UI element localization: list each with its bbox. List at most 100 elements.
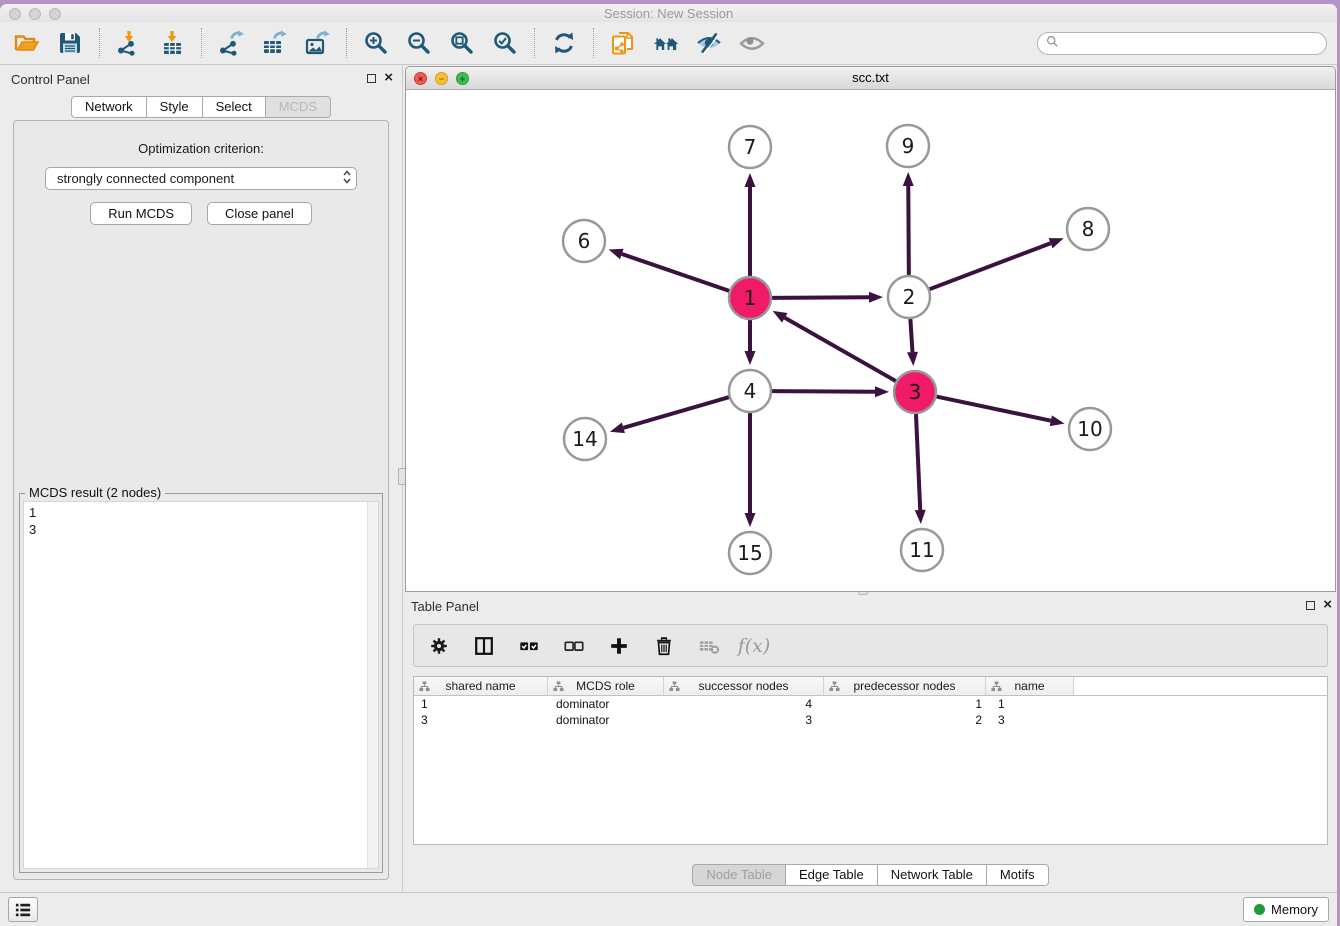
tab-motifs[interactable]: Motifs xyxy=(987,864,1049,886)
hide-graphics-details-icon xyxy=(696,30,722,56)
criterion-value: strongly connected component xyxy=(57,171,342,186)
main-toolbar xyxy=(0,22,1337,65)
float-table-panel-icon[interactable] xyxy=(1306,601,1315,610)
zoom-out-button[interactable] xyxy=(402,27,436,59)
tab-network[interactable]: Network xyxy=(71,96,147,118)
column-header-mcds-role[interactable]: MCDS role xyxy=(548,677,664,695)
status-bar: Memory xyxy=(0,892,1337,926)
float-panel-icon[interactable] xyxy=(367,74,376,83)
optimization-criterion-label: Optimization criterion: xyxy=(14,141,388,156)
table-cell: 3 xyxy=(664,712,824,728)
table-settings-button[interactable] xyxy=(426,633,452,659)
edge-2-3[interactable] xyxy=(910,319,912,352)
network-zoom-button[interactable]: + xyxy=(456,72,469,85)
edge-arrowhead xyxy=(907,352,918,366)
apply-layout-button[interactable] xyxy=(547,27,581,59)
minimize-window-button[interactable] xyxy=(29,8,41,20)
criterion-dropdown[interactable]: strongly connected component xyxy=(45,167,357,190)
export-table-button[interactable] xyxy=(257,27,291,59)
edge-arrowhead xyxy=(745,351,756,365)
hide-graphics-details-button[interactable] xyxy=(692,27,726,59)
tab-network-table[interactable]: Network Table xyxy=(878,864,987,886)
import-network-button[interactable] xyxy=(112,27,146,59)
edge-1-6[interactable] xyxy=(622,254,729,291)
edge-arrowhead xyxy=(745,513,756,527)
network-window-title: scc.txt xyxy=(406,67,1335,89)
edge-1-2[interactable] xyxy=(772,297,869,298)
add-column-button[interactable] xyxy=(606,633,632,659)
network-minimize-button[interactable]: − xyxy=(435,72,448,85)
tab-edge-table[interactable]: Edge Table xyxy=(786,864,878,886)
close-table-panel-icon[interactable]: × xyxy=(1323,599,1332,611)
network-close-button[interactable]: × xyxy=(414,72,427,85)
first-neighbors-button[interactable] xyxy=(649,27,683,59)
column-header-name[interactable]: name xyxy=(986,677,1074,695)
tab-mcds[interactable]: MCDS xyxy=(266,96,331,118)
network-canvas[interactable]: 7968124314101511 xyxy=(406,90,1335,591)
column-type-icon xyxy=(553,681,564,692)
first-neighbors-icon xyxy=(653,30,679,56)
export-image-icon xyxy=(304,30,330,56)
table-cell: 4 xyxy=(664,696,824,712)
edge-3-1[interactable] xyxy=(785,318,896,381)
import-table-button[interactable] xyxy=(155,27,189,59)
graph-node-label: 1 xyxy=(744,286,757,310)
graph-node-label: 14 xyxy=(572,427,597,451)
memory-status-icon xyxy=(1254,904,1265,915)
add-column-icon xyxy=(608,635,630,657)
run-mcds-button[interactable]: Run MCDS xyxy=(90,202,192,225)
table-toolbar: f(x) xyxy=(413,624,1328,667)
node-table: shared nameMCDS rolesuccessor nodesprede… xyxy=(413,676,1328,845)
close-window-button[interactable] xyxy=(9,8,21,20)
delete-column-button[interactable] xyxy=(651,633,677,659)
column-type-icon xyxy=(829,681,840,692)
tab-select[interactable]: Select xyxy=(203,96,266,118)
save-session-button[interactable] xyxy=(53,27,87,59)
result-scrollbar[interactable] xyxy=(367,502,378,868)
network-from-selection-button[interactable] xyxy=(606,27,640,59)
close-panel-icon[interactable]: × xyxy=(384,72,393,84)
edge-3-10[interactable] xyxy=(937,397,1051,421)
export-network-icon xyxy=(218,30,244,56)
network-window-titlebar[interactable]: × − + scc.txt xyxy=(406,67,1335,90)
table-settings-icon xyxy=(428,635,450,657)
close-panel-button[interactable]: Close panel xyxy=(207,202,312,225)
open-file-button[interactable] xyxy=(10,27,44,59)
column-type-icon xyxy=(991,681,1002,692)
column-header-predecessor-nodes[interactable]: predecessor nodes xyxy=(824,677,986,695)
column-header-shared-name[interactable]: shared name xyxy=(414,677,548,695)
task-history-button[interactable] xyxy=(8,897,38,922)
table-row[interactable]: 3dominator323 xyxy=(414,712,1327,728)
table-row[interactable]: 1dominator411 xyxy=(414,696,1327,712)
search-box[interactable] xyxy=(1037,32,1327,55)
edge-2-9[interactable] xyxy=(908,186,909,275)
export-network-button[interactable] xyxy=(214,27,248,59)
export-image-button[interactable] xyxy=(300,27,334,59)
zoom-selected-button[interactable] xyxy=(488,27,522,59)
search-input[interactable] xyxy=(1064,36,1318,50)
deselect-all-icon xyxy=(563,635,585,657)
column-type-icon xyxy=(419,681,430,692)
import-network-icon xyxy=(116,30,142,56)
tab-node-table[interactable]: Node Table xyxy=(692,864,786,886)
select-all-button[interactable] xyxy=(516,633,542,659)
edge-3-11[interactable] xyxy=(916,414,920,510)
tab-style[interactable]: Style xyxy=(147,96,203,118)
list-icon xyxy=(14,902,32,918)
zoom-in-button[interactable] xyxy=(359,27,393,59)
zoom-fit-icon xyxy=(449,30,475,56)
column-header-successor-nodes[interactable]: successor nodes xyxy=(664,677,824,695)
mcds-tab-content: Optimization criterion: strongly connect… xyxy=(13,120,389,880)
table-columns-button[interactable] xyxy=(471,633,497,659)
edge-4-14[interactable] xyxy=(623,397,728,428)
edge-2-8[interactable] xyxy=(930,243,1051,289)
table-header-row: shared nameMCDS rolesuccessor nodesprede… xyxy=(414,677,1327,696)
memory-button[interactable]: Memory xyxy=(1243,897,1329,922)
zoom-fit-button[interactable] xyxy=(445,27,479,59)
delete-table-icon xyxy=(698,635,720,657)
toolbar-icons xyxy=(10,27,769,59)
deselect-all-button[interactable] xyxy=(561,633,587,659)
maximize-window-button[interactable] xyxy=(49,8,61,20)
edge-4-3[interactable] xyxy=(772,391,875,392)
mcds-result-textarea[interactable]: 1 3 xyxy=(23,501,379,869)
